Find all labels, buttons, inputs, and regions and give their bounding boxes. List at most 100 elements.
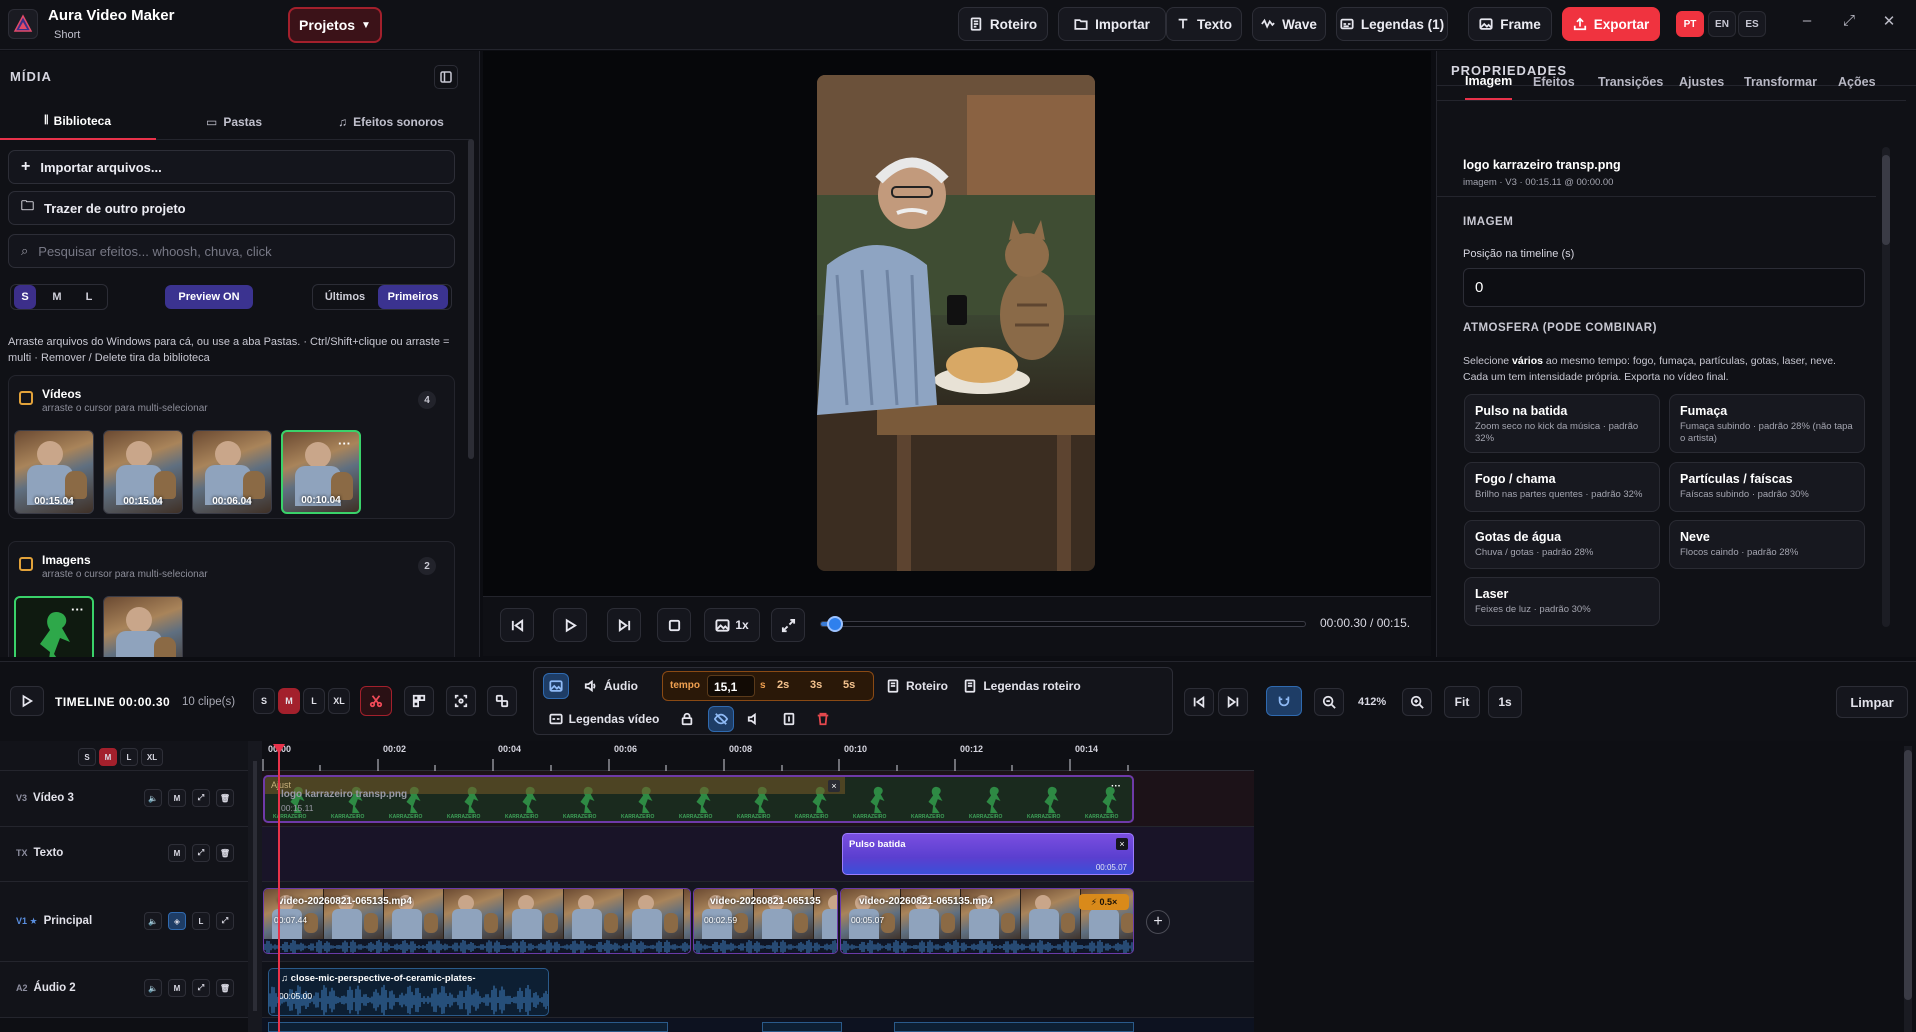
expand-icon[interactable]: ⤢ <box>192 979 210 997</box>
order-latest-button[interactable]: Últimos <box>316 285 374 309</box>
clip-audio[interactable]: ♫ close-mic-perspective-of-ceramic-plate… <box>268 968 549 1016</box>
close-icon[interactable]: × <box>828 780 840 792</box>
expand-icon[interactable]: ⤢ <box>216 912 234 930</box>
tab-sound-effects[interactable]: ♫ Efeitos sonoros <box>312 103 470 140</box>
lang-en-button[interactable]: EN <box>1708 11 1736 37</box>
speed-button[interactable]: 1x <box>704 608 760 642</box>
fit-button[interactable]: Fit <box>1444 686 1480 718</box>
video-thumbnail[interactable]: 00:06.04 <box>192 430 272 514</box>
play-button[interactable] <box>553 608 587 642</box>
import-button[interactable]: Importar <box>1058 7 1166 41</box>
size-l-button[interactable]: L <box>78 285 100 309</box>
track-size-s[interactable]: S <box>78 748 96 766</box>
preview-toggle[interactable]: Preview ON <box>165 285 253 309</box>
tl-size-l[interactable]: L <box>303 688 325 714</box>
tab-transform[interactable]: Transformar <box>1744 64 1817 100</box>
effect-card-pulse[interactable]: Pulso na batida Zoom seco no kick da músi… <box>1464 394 1660 453</box>
tab-effects[interactable]: Efeitos <box>1533 64 1575 100</box>
audio-button[interactable]: Áudio <box>578 673 644 699</box>
video-thumbnail-selected[interactable]: ··· 00:10.04 <box>281 430 361 514</box>
image-mode-button[interactable] <box>543 673 569 699</box>
track-size-m[interactable]: M <box>99 748 117 766</box>
tab-transitions[interactable]: Transições <box>1598 64 1663 100</box>
more-icon[interactable]: ··· <box>71 602 84 617</box>
bring-from-project-button[interactable]: 🗀 Trazer de outro projeto <box>8 191 455 225</box>
tab-library[interactable]: 𝄃 Biblioteca <box>0 103 156 140</box>
mute-toggle[interactable]: M <box>168 789 186 807</box>
fullscreen-button[interactable] <box>771 608 805 642</box>
trash-icon[interactable]: 🗑 <box>216 844 234 862</box>
tl-script-button[interactable]: Roteiro <box>884 673 950 699</box>
clip-logo[interactable]: KARRAZEIRO KARRAZEIRO KARRAZEIRO KARRAZEIRO… <box>263 775 1134 823</box>
mute-toggle[interactable]: M <box>168 844 186 862</box>
mute-icon[interactable]: 🔈 <box>144 979 162 997</box>
image-thumbnail[interactable] <box>103 596 183 657</box>
delete-button[interactable] <box>811 706 835 732</box>
import-files-button[interactable]: + Importar arquivos... <box>8 150 455 184</box>
lock-toggle[interactable]: L <box>192 912 210 930</box>
track-resize-handle[interactable] <box>248 741 262 1032</box>
effect-card-snow[interactable]: Neve Flocos caindo · padrão 28% <box>1669 520 1865 569</box>
maximize-icon[interactable]: ⤢ <box>1838 12 1860 36</box>
hide-button[interactable] <box>708 706 734 732</box>
cut-button[interactable] <box>360 686 392 716</box>
frame-button[interactable]: Frame <box>1468 7 1552 41</box>
link-button[interactable] <box>487 686 517 716</box>
video-thumbnail[interactable]: 00:15.04 <box>14 430 94 514</box>
track-size-xl[interactable]: XL <box>141 748 163 766</box>
tempo-input[interactable]: 15,1 <box>707 675 755 697</box>
effect-card-smoke[interactable]: Fumaça Fumaça subindo · padrão 28% (não t… <box>1669 394 1865 453</box>
clip-pulse[interactable]: Pulso batida × 00:05.07 <box>842 833 1134 875</box>
tab-folders[interactable]: ▭ Pastas <box>156 103 312 140</box>
stop-button[interactable] <box>657 608 691 642</box>
close-icon[interactable]: × <box>1116 838 1128 850</box>
video-subtitles-button[interactable]: Legendas vídeo <box>544 706 664 732</box>
wave-button[interactable]: Wave <box>1252 7 1326 41</box>
tab-actions[interactable]: Ações <box>1838 64 1876 100</box>
lock-button[interactable] <box>675 706 699 732</box>
script-subtitles-button[interactable]: Legendas roteiro <box>962 673 1082 699</box>
tab-image[interactable]: Imagem <box>1465 64 1513 100</box>
script-button[interactable]: Roteiro <box>958 7 1048 41</box>
duplicate-button[interactable] <box>777 706 801 732</box>
size-m-button[interactable]: M <box>46 285 68 309</box>
tempo-3s-button[interactable]: 3s <box>810 679 822 691</box>
clip-video-c[interactable]: video-20260821-065135.mp4 00:05.07 ⚡ 0.5… <box>840 888 1134 954</box>
tl-size-m[interactable]: M <box>278 688 300 714</box>
effect-card-fire[interactable]: Fogo / chama Brilho nas partes quentes · … <box>1464 462 1660 512</box>
video-preview-frame[interactable] <box>817 75 1095 571</box>
zoom-in-button[interactable] <box>1402 688 1432 716</box>
lang-es-button[interactable]: ES <box>1738 11 1766 37</box>
volume-button[interactable] <box>742 706 766 732</box>
track-size-l[interactable]: L <box>120 748 138 766</box>
subtitles-button[interactable]: Legendas (1) <box>1336 7 1448 41</box>
skip-back-button[interactable] <box>500 608 534 642</box>
mute-toggle[interactable]: M <box>168 979 186 997</box>
position-input[interactable]: 0 <box>1463 268 1865 307</box>
text-button[interactable]: Texto <box>1166 7 1242 41</box>
crop-button[interactable] <box>446 686 476 716</box>
clip-video-a[interactable]: video-20260821-065135.mp4 00:07.44 <box>263 888 691 954</box>
close-icon[interactable]: ✕ <box>1878 12 1900 36</box>
trash-icon[interactable]: 🗑 <box>216 789 234 807</box>
expand-icon[interactable]: ⤢ <box>192 844 210 862</box>
next-frame-button[interactable] <box>1218 688 1248 716</box>
video-thumbnail[interactable]: 00:15.04 <box>103 430 183 514</box>
timeline-scrollbar[interactable] <box>1904 746 1912 1032</box>
more-icon[interactable]: ··· <box>1111 781 1121 792</box>
properties-scrollbar[interactable] <box>1882 147 1890 627</box>
playhead[interactable] <box>278 744 280 1032</box>
mute-icon[interactable]: 🔈 <box>144 912 162 930</box>
effect-card-laser[interactable]: Laser Feixes de luz · padrão 30% <box>1464 577 1660 626</box>
media-scrollbar[interactable] <box>468 139 474 459</box>
search-effects-input[interactable]: ⌕ Pesquisar efeitos... whoosh, chuva, cli… <box>8 234 455 268</box>
image-thumbnail-logo[interactable]: ··· <box>14 596 94 657</box>
tempo-2s-button[interactable]: 2s <box>777 679 789 691</box>
expand-icon[interactable]: ⤢ <box>192 789 210 807</box>
lang-pt-button[interactable]: PT <box>1676 11 1704 37</box>
timeline-play-button[interactable] <box>10 686 44 716</box>
seek-bar[interactable] <box>820 616 1306 632</box>
trash-icon[interactable]: 🗑 <box>216 979 234 997</box>
skip-forward-button[interactable] <box>607 608 641 642</box>
tempo-5s-button[interactable]: 5s <box>843 679 855 691</box>
